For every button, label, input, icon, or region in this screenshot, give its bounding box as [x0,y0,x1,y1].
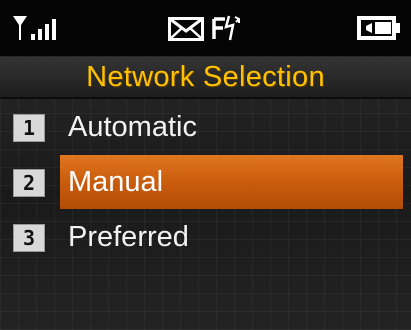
menu-item-label: Manual [68,166,164,198]
number-key-icon: 2 [13,169,45,197]
menu-item-preferred[interactable]: 3 Preferred [0,209,405,265]
screen-title: Network Selection [86,61,325,93]
signal-strength-icon [13,16,56,40]
menu-item-automatic[interactable]: 1 Automatic [0,99,405,155]
number-key-icon: 1 [13,114,45,142]
phone-screen: Network Selection 1 Automatic 2 Manual 3… [0,0,411,330]
number-key-icon: 3 [13,224,45,252]
menu-item-manual[interactable]: 2 Manual [0,154,405,210]
screen-title-bar: Network Selection [0,57,411,99]
menu-item-label: Automatic [68,111,197,143]
menu-item-label: Preferred [68,221,189,253]
battery-icon [357,16,400,40]
status-bar [0,0,411,56]
fax-icon [212,15,240,41]
message-envelope-icon [168,17,204,41]
